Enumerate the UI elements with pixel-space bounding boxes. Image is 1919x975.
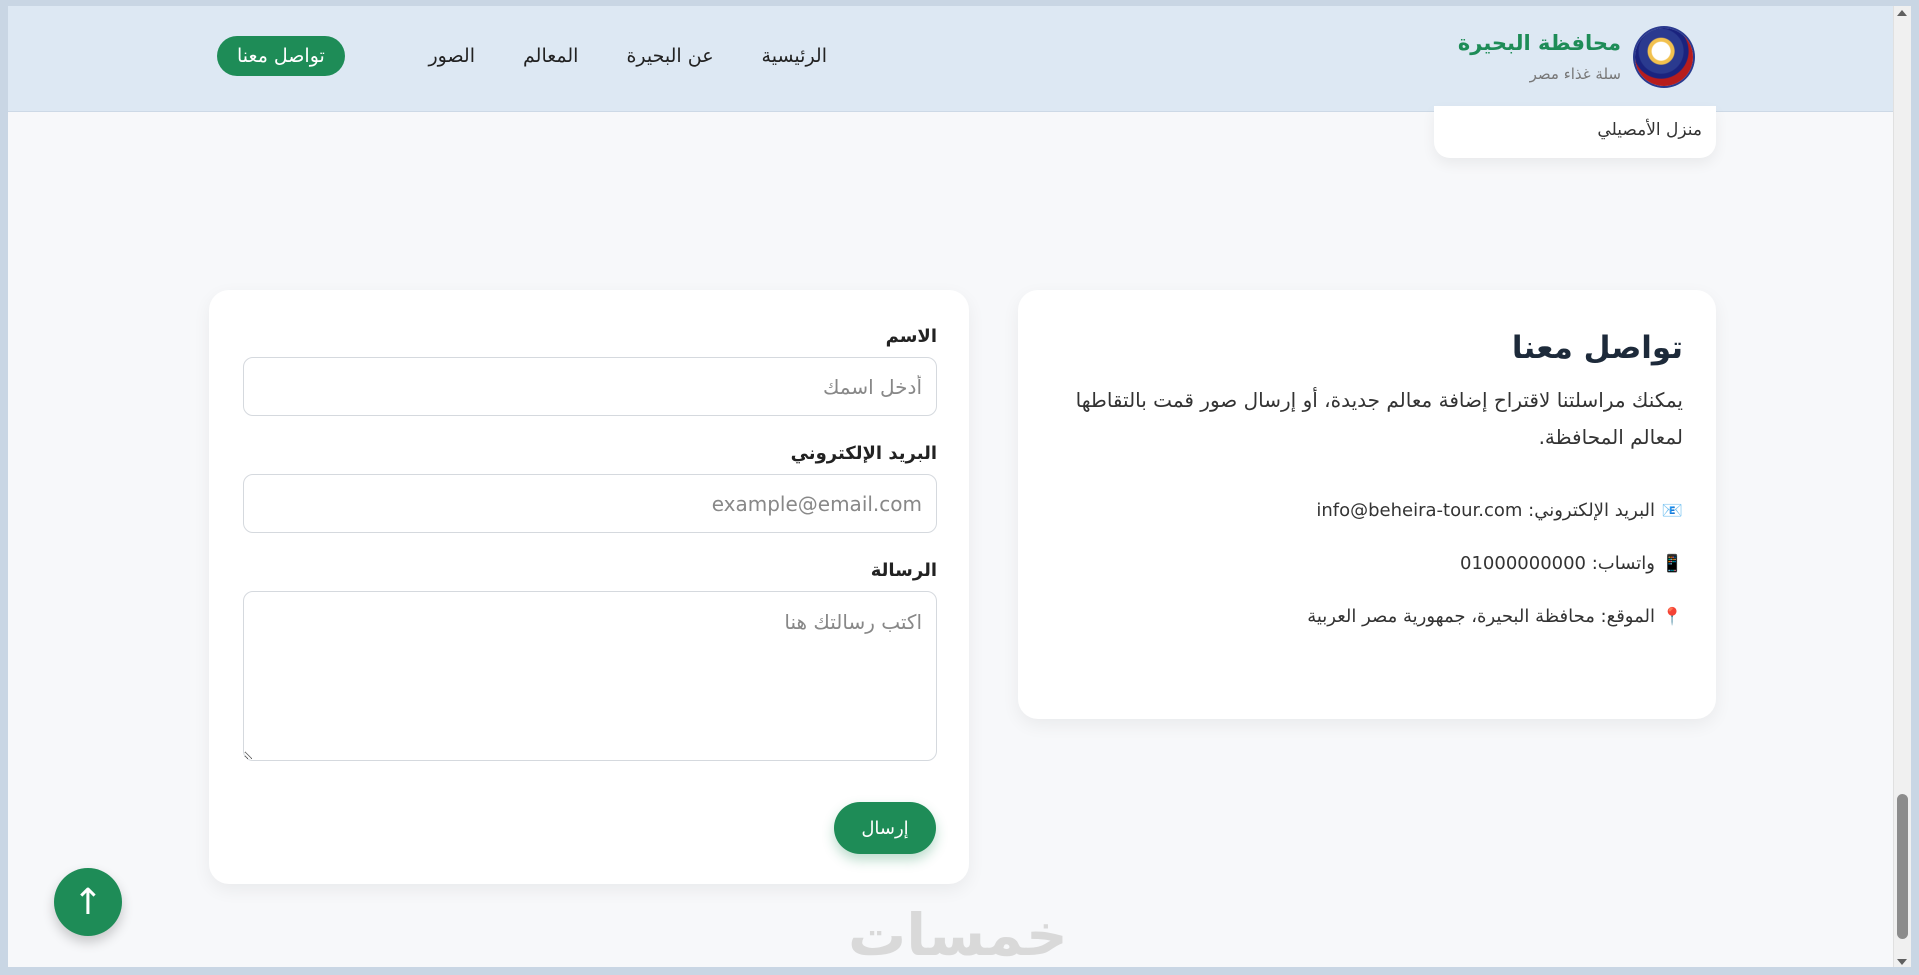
contact-location-text: الموقع: محافظة البحيرة، جمهورية مصر العر… [1307,606,1655,627]
message-textarea[interactable] [243,591,937,761]
contact-description: يمكنك مراسلتنا لاقتراح إضافة معالم جديدة… [1075,388,1683,449]
site-header: محافظة البحيرة سلة غذاء مصر الرئيسية عن … [8,6,1893,112]
brand[interactable]: محافظة البحيرة سلة غذاء مصر [1458,28,1693,86]
scroll-down-icon[interactable] [1897,959,1907,965]
brand-subtitle: سلة غذاء مصر [1529,64,1621,83]
contact-details: 📧 البريد الإلكتروني: info@beheira-tour.c… [1051,500,1683,627]
contact-title: تواصل معنا [1511,330,1683,366]
scroll-up-icon[interactable] [1897,10,1907,16]
message-label: الرسالة [870,560,937,581]
browser-viewport: محافظة البحيرة سلة غذاء مصر الرئيسية عن … [0,0,1919,975]
contact-info-card: تواصل معنا يمكنك مراسلتنا لاقتراح إضافة … [1018,290,1716,719]
nav-about[interactable]: عن البحيرة [620,37,719,75]
contact-email-text: البريد الإلكتروني: info@beheira-tour.com [1316,500,1655,521]
scrollbar-thumb[interactable] [1897,794,1908,939]
contact-whatsapp: 📱 واتساب: 01000000000 [1051,553,1683,574]
contact-whatsapp-text: واتساب: 01000000000 [1460,553,1655,574]
email-icon: 📧 [1661,500,1683,521]
email-label: البريد الإلكتروني [790,443,937,464]
arrow-up-icon: ↑ [72,881,104,923]
main-nav: الرئيسية عن البحيرة المعالم الصور [422,37,833,75]
nav-landmarks[interactable]: المعالم [517,37,584,75]
nav-contact-button[interactable]: تواصل معنا [217,36,345,76]
name-input[interactable] [243,357,937,416]
nav-home[interactable]: الرئيسية [756,37,833,75]
email-input[interactable] [243,474,937,533]
contact-location: 📍 الموقع: محافظة البحيرة، جمهورية مصر ال… [1051,606,1683,627]
nav-gallery[interactable]: الصور [422,37,481,75]
name-label: الاسم [885,326,937,347]
submit-button[interactable]: إرسال [834,802,936,854]
vertical-scrollbar[interactable] [1893,6,1911,967]
back-to-top-button[interactable]: ↑ [54,868,122,936]
landmark-card[interactable]: منزل الأمصيلي [1434,106,1716,158]
brand-title: محافظة البحيرة [1457,31,1621,56]
contact-email: 📧 البريد الإلكتروني: info@beheira-tour.c… [1051,500,1683,521]
watermark: خمسات [848,901,1068,969]
landmark-card-title: منزل الأمصيلي [1597,120,1702,140]
phone-icon: 📱 [1661,553,1683,574]
location-pin-icon: 📍 [1661,606,1683,627]
governorate-logo [1635,28,1693,86]
contact-form: الاسم البريد الإلكتروني الرسالة إرسال [209,290,969,884]
